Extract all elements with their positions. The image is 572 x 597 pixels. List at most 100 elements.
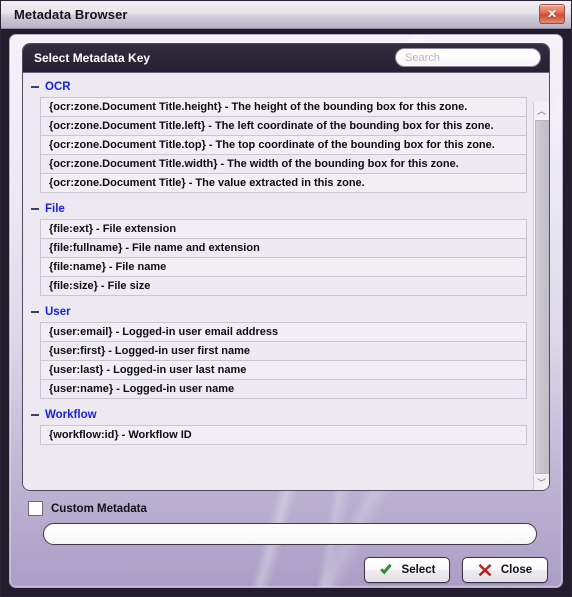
window-title: Metadata Browser (14, 7, 128, 22)
metadata-row[interactable]: {file:fullname} - File name and extension (40, 239, 527, 258)
green-check-icon (379, 564, 392, 575)
collapse-toggle-icon[interactable] (29, 306, 40, 317)
metadata-browser-window: Metadata Browser ✕ Select Metadata Key O… (0, 0, 572, 597)
metadata-row[interactable]: {ocr:zone.Document Title.width} - The widt… (40, 155, 527, 174)
metadata-description: Logged-in user name (122, 383, 235, 395)
separator: - (100, 280, 105, 292)
metadata-row[interactable]: {user:email} - Logged-in user email addres… (40, 323, 527, 342)
metadata-list: OCR {ocr:zone.Document Title.height} - The … (23, 73, 533, 490)
close-icon: ✕ (546, 7, 558, 21)
group-header-file[interactable]: File (23, 199, 533, 218)
metadata-row[interactable]: {user:name} - Logged-in user name (40, 380, 527, 399)
collapse-toggle-icon[interactable] (29, 409, 40, 420)
metadata-row[interactable]: {ocr:zone.Document Title.left} - The left … (40, 117, 527, 136)
metadata-description: File name (115, 261, 167, 273)
separator: - (125, 242, 130, 254)
metadata-group: User {user:email} - Logged-in user email ad… (23, 302, 533, 399)
collapse-toggle-icon[interactable] (29, 203, 40, 214)
separator: - (208, 120, 212, 132)
metadata-key-panel: Select Metadata Key OCR {ocr:zone.Documen… (22, 43, 550, 491)
panel-header: Select Metadata Key (23, 44, 549, 73)
custom-metadata-checkbox[interactable] (28, 501, 43, 516)
separator: - (208, 139, 213, 151)
group-rows: {workflow:id} - Workflow ID (40, 425, 527, 445)
metadata-row[interactable]: {ocr:zone.Document Title.top} - The top co… (40, 136, 527, 155)
separator: - (121, 429, 126, 441)
metadata-description: The value extracted in this zone. (195, 177, 365, 189)
group-header-ocr[interactable]: OCR (23, 77, 533, 96)
metadata-description: Logged-in user email address (122, 326, 279, 338)
custom-metadata-input[interactable] (43, 523, 537, 545)
close-button-label: Close (500, 564, 533, 576)
metadata-key: {file:size} (49, 280, 98, 292)
scrollbar-thumb[interactable] (535, 120, 549, 474)
scrollbar-track[interactable] (534, 118, 549, 474)
metadata-row[interactable]: {workflow:id} - Workflow ID (40, 426, 527, 445)
group-header-user[interactable]: User (23, 302, 533, 321)
group-label: Workflow (45, 408, 97, 421)
dialog-body: Select Metadata Key OCR {ocr:zone.Documen… (9, 34, 563, 588)
separator: - (116, 383, 120, 395)
separator: - (220, 158, 225, 170)
separator: - (188, 177, 193, 189)
metadata-key: {user:email} (49, 326, 113, 338)
select-button-label: Select (401, 564, 436, 576)
scroll-up-icon[interactable]: ︿ (534, 102, 549, 118)
close-button[interactable]: Close (462, 557, 548, 583)
metadata-row[interactable]: {user:last} - Logged-in user last name (40, 361, 527, 380)
separator: - (224, 101, 229, 113)
metadata-key: {user:name} (49, 383, 114, 395)
metadata-group: File {file:ext} - File extension {file:fulln… (23, 199, 533, 296)
metadata-row[interactable]: {file:name} - File name (40, 258, 527, 277)
group-label: User (45, 305, 71, 318)
metadata-key: {user:first} (49, 345, 106, 357)
metadata-row[interactable]: {file:ext} - File extension (40, 220, 527, 239)
group-header-workflow[interactable]: Workflow (23, 405, 533, 424)
separator: - (106, 364, 111, 376)
search-input[interactable] (395, 48, 541, 67)
collapse-toggle-icon[interactable] (29, 81, 40, 92)
separator: - (108, 345, 112, 357)
metadata-description: Logged-in user last name (113, 364, 247, 376)
group-rows: {ocr:zone.Document Title.height} - The hei… (40, 97, 527, 193)
metadata-key: {file:ext} (49, 223, 94, 235)
metadata-group: OCR {ocr:zone.Document Title.height} - The … (23, 77, 533, 193)
metadata-row[interactable]: {ocr:zone.Document Title.height} - The hei… (40, 98, 527, 117)
metadata-description: Logged-in user first name (114, 345, 250, 357)
title-bar: Metadata Browser ✕ (1, 1, 571, 29)
separator: - (96, 223, 100, 235)
metadata-group: Workflow {workflow:id} - Workflow ID (23, 405, 533, 445)
footer-buttons: Select Close (364, 557, 548, 583)
vertical-scrollbar[interactable]: ︿ ﹀ (533, 102, 549, 490)
window-close-button[interactable]: ✕ (539, 4, 565, 24)
metadata-list-scroll-area: OCR {ocr:zone.Document Title.height} - The … (23, 73, 549, 490)
scroll-down-icon[interactable]: ﹀ (534, 474, 549, 490)
metadata-description: The left coordinate of the bounding box … (214, 120, 494, 132)
separator: - (115, 326, 120, 338)
metadata-key: {file:name} (49, 261, 106, 273)
metadata-description: File size (107, 280, 151, 292)
metadata-description: The top coordinate of the bounding box f… (215, 139, 495, 151)
metadata-description: The height of the bounding box for this … (231, 101, 468, 113)
metadata-description: File extension (102, 223, 177, 235)
metadata-key: {file:fullname} (49, 242, 123, 254)
custom-metadata-label: Custom Metadata (51, 502, 147, 515)
group-label: OCR (45, 80, 71, 93)
metadata-key: {ocr:zone.Document Title.height} (49, 101, 222, 113)
metadata-row[interactable]: {ocr:zone.Document Title} - The value extr… (40, 174, 527, 193)
metadata-key: {user:last} (49, 364, 104, 376)
metadata-row[interactable]: {user:first} - Logged-in user first name (40, 342, 527, 361)
metadata-description: File name and extension (132, 242, 260, 254)
separator: - (108, 261, 113, 273)
red-x-icon (478, 563, 492, 577)
group-rows: {user:email} - Logged-in user email addres… (40, 322, 527, 399)
metadata-key: {ocr:zone.Document Title.width} (49, 158, 218, 170)
panel-title: Select Metadata Key (34, 51, 151, 65)
metadata-key: {workflow:id} (49, 429, 119, 441)
group-label: File (45, 202, 65, 215)
metadata-description: The width of the bounding box for this z… (227, 158, 459, 170)
metadata-key: {ocr:zone.Document Title.top} (49, 139, 206, 151)
custom-metadata-row: Custom Metadata (28, 501, 147, 516)
metadata-row[interactable]: {file:size} - File size (40, 277, 527, 296)
select-button[interactable]: Select (364, 557, 450, 583)
